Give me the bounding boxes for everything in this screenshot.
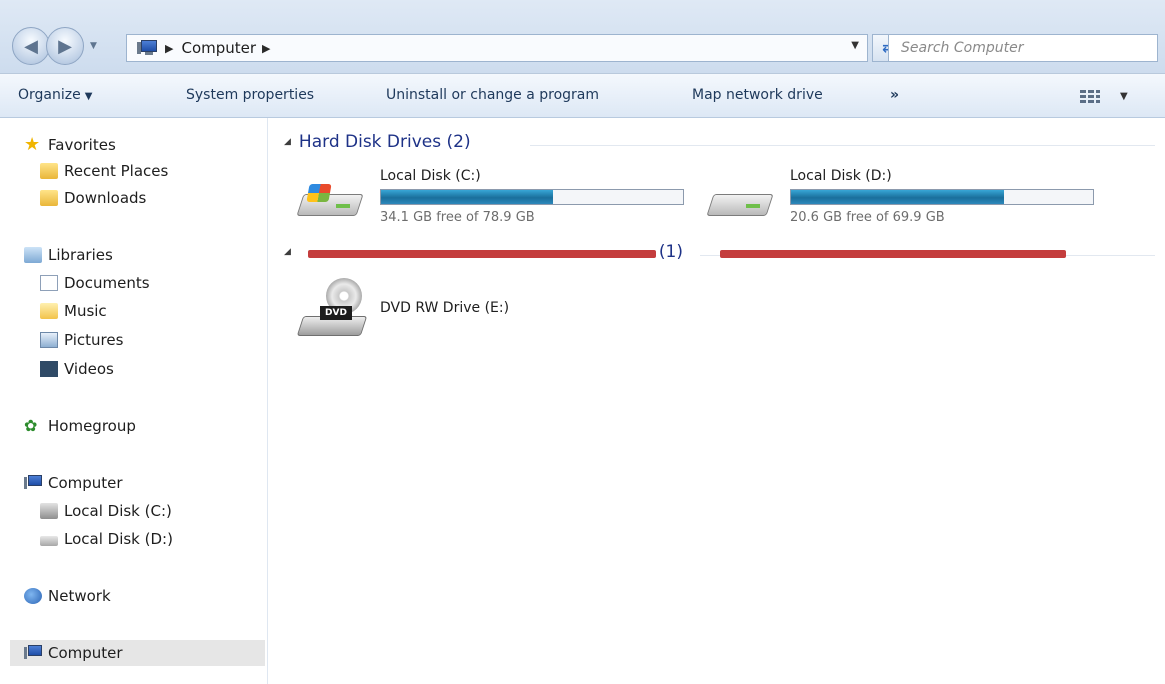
dvd-drive-name[interactable]: DVD RW Drive (E:): [380, 300, 509, 316]
videos-icon: [40, 361, 58, 377]
drive-free-space: 34.1 GB free of 78.9 GB: [380, 210, 535, 225]
drive-tile-c[interactable]: Local Disk (C:) 34.1 GB free of 78.9 GB: [296, 168, 684, 232]
breadcrumb-arrow-icon[interactable]: ▶: [262, 42, 270, 55]
drive-usage-fill: [791, 190, 1004, 204]
local-disk-icon: [40, 503, 58, 519]
content-pane: ◢ Hard Disk Drives (2) Local Disk (C:) 3…: [268, 118, 1165, 684]
sidebar-item-homegroup[interactable]: ✿ Homegroup: [24, 413, 136, 439]
drive-usage-bar: [380, 189, 684, 205]
dvd-label: DVD: [320, 306, 352, 320]
homegroup-icon: ✿: [24, 416, 38, 435]
breadcrumb-computer[interactable]: Computer: [181, 39, 256, 57]
sidebar-item-favorites[interactable]: ★ Favorites: [24, 132, 116, 158]
redaction-mark: [720, 250, 1066, 258]
search-input[interactable]: Search Computer: [888, 34, 1158, 62]
map-network-drive-button[interactable]: Map network drive: [692, 87, 823, 103]
sidebar-item-label: Music: [64, 302, 107, 320]
collapse-triangle-icon[interactable]: ◢: [284, 137, 291, 147]
hard-drive-icon: [706, 180, 774, 220]
view-options-icon: [1080, 88, 1100, 104]
nav-buttons: ◀ ▶ ▼: [12, 27, 128, 65]
system-properties-button[interactable]: System properties: [186, 87, 314, 103]
star-icon: ★: [24, 134, 41, 155]
local-disk-icon: [40, 536, 58, 546]
forward-button[interactable]: ▶: [46, 27, 84, 65]
sidebar-item-local-disk-c[interactable]: Local Disk (C:): [40, 498, 172, 524]
recent-places-icon: [40, 163, 58, 179]
music-icon: [40, 303, 58, 319]
drive-name: Local Disk (D:): [790, 168, 892, 184]
back-arrow-icon: ◀: [24, 35, 38, 57]
computer-icon: [24, 475, 42, 491]
uninstall-program-button[interactable]: Uninstall or change a program: [386, 87, 599, 103]
network-icon: [24, 588, 42, 604]
libraries-icon: [24, 247, 42, 263]
sidebar-item-label: Pictures: [64, 331, 124, 349]
computer-icon: [24, 645, 42, 661]
organize-button[interactable]: Organize ▼: [18, 87, 92, 103]
group-count: (1): [658, 242, 684, 262]
sidebar-item-computer-selected[interactable]: Computer: [10, 640, 265, 666]
sidebar-item-label: Network: [48, 587, 111, 605]
documents-icon: [40, 275, 58, 291]
sidebar-item-pictures[interactable]: Pictures: [40, 327, 123, 353]
drive-usage-bar: [790, 189, 1094, 205]
sidebar-item-label: Local Disk (C:): [64, 502, 172, 520]
drive-usage-fill: [381, 190, 553, 204]
breadcrumb-arrow-icon[interactable]: ▶: [165, 42, 173, 55]
sidebar-item-label: Favorites: [48, 136, 116, 154]
address-row: ◀ ▶ ▼ ▶ Computer ▶ ▼ ⇄ Search Computer: [0, 0, 1165, 74]
windows-drive-icon: [296, 180, 364, 220]
collapse-triangle-icon[interactable]: ◢: [284, 247, 291, 257]
back-button[interactable]: ◀: [12, 27, 50, 65]
sidebar-item-videos[interactable]: Videos: [40, 356, 114, 382]
group-divider: [530, 145, 1155, 146]
sidebar-item-label: Homegroup: [48, 417, 136, 435]
sidebar-item-label: Computer: [48, 644, 123, 662]
more-commands-button[interactable]: »: [890, 87, 899, 103]
sidebar-item-music[interactable]: Music: [40, 298, 107, 324]
group-title: Hard Disk Drives (2): [298, 132, 471, 152]
sidebar-item-downloads[interactable]: Downloads: [40, 185, 146, 211]
pictures-icon: [40, 332, 58, 348]
drive-name: Local Disk (C:): [380, 168, 481, 184]
sidebar-item-label: Downloads: [64, 189, 147, 207]
sidebar-item-local-disk-d[interactable]: Local Disk (D:): [40, 526, 173, 552]
drive-tile-d[interactable]: Local Disk (D:) 20.6 GB free of 69.9 GB: [706, 168, 1094, 232]
history-dropdown-icon[interactable]: ▼: [90, 41, 100, 51]
sidebar-item-recent-places[interactable]: Recent Places: [40, 158, 168, 184]
organize-label: Organize: [18, 87, 81, 103]
sidebar-item-label: Recent Places: [64, 162, 169, 180]
sidebar-item-libraries[interactable]: Libraries: [24, 242, 113, 268]
command-bar: Organize ▼ System properties Uninstall or…: [0, 74, 1165, 118]
downloads-icon: [40, 190, 58, 206]
sidebar-item-label: Computer: [48, 474, 123, 492]
drive-free-space: 20.6 GB free of 69.9 GB: [790, 210, 945, 225]
forward-arrow-icon: ▶: [58, 35, 72, 57]
navigation-pane: ★ Favorites Recent Places Downloads Libra…: [0, 118, 268, 684]
computer-icon: [137, 40, 159, 56]
address-bar[interactable]: ▶ Computer ▶ ▼: [126, 34, 868, 62]
sidebar-item-label: Libraries: [48, 246, 113, 264]
address-dropdown-icon[interactable]: ▼: [851, 40, 859, 51]
sidebar-item-label: Local Disk (D:): [64, 530, 173, 548]
sidebar-item-label: Videos: [64, 360, 114, 378]
sidebar-item-network[interactable]: Network: [24, 583, 111, 609]
group-header-hard-disk-drives[interactable]: ◢ Hard Disk Drives (2): [284, 132, 471, 152]
change-view-button[interactable]: ▼: [1080, 84, 1140, 108]
redaction-mark: [308, 250, 656, 258]
chevron-down-icon: ▼: [1120, 90, 1128, 102]
sidebar-item-computer[interactable]: Computer: [24, 470, 123, 496]
chevron-down-icon: ▼: [84, 91, 93, 102]
dvd-drive-icon[interactable]: DVD: [296, 278, 368, 342]
sidebar-item-documents[interactable]: Documents: [40, 270, 150, 296]
sidebar-item-label: Documents: [64, 274, 150, 292]
